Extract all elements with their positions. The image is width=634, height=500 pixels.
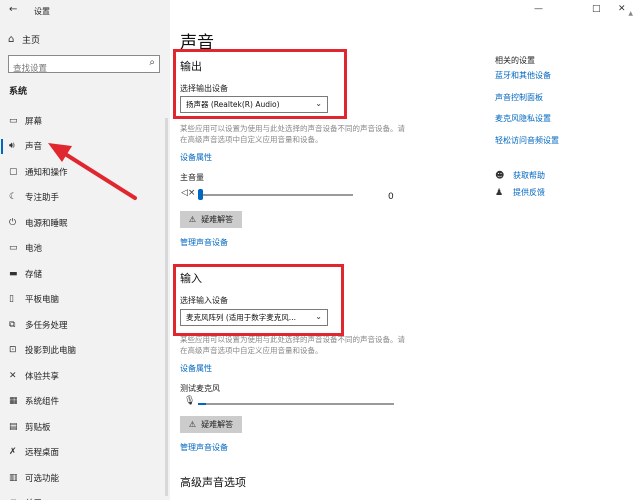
sidebar-item-icon: ⊡: [9, 345, 17, 356]
sidebar-item-label: 可选功能: [25, 473, 60, 484]
test-microphone-label: 测试麦克风: [180, 384, 220, 393]
sidebar-item-icon: ▭: [9, 243, 18, 254]
help-icon: ☻: [495, 170, 505, 181]
search-icon[interactable]: ⌕: [149, 57, 155, 68]
sidebar-item-icon: ☾: [9, 192, 18, 203]
sidebar-item[interactable]: ▦ 系统组件: [0, 389, 170, 415]
feedback-label: 提供反馈: [513, 188, 545, 197]
output-description: 某些应用可以设置为使用与此处选择的声音设备不同的声音设备。请在高级声音选项中自定…: [180, 124, 405, 144]
input-description: 某些应用可以设置为使用与此处选择的声音设备不同的声音设备。请在高级声音选项中自定…: [180, 335, 405, 355]
sidebar-item-label: 投影到此电脑: [25, 346, 77, 357]
output-manage-devices-link[interactable]: 管理声音设备: [180, 237, 228, 248]
sidebar-item[interactable]: ✗ 远程桌面: [0, 440, 170, 466]
sidebar-item-icon: ▥: [9, 472, 18, 483]
sidebar-item-icon: ▬: [9, 268, 18, 279]
sidebar-item[interactable]: ▭ 电池: [0, 236, 170, 262]
microphone-icon: 🎙︎: [184, 396, 196, 406]
sidebar-item-label: 剪贴板: [25, 422, 51, 433]
output-device-properties-link[interactable]: 设备属性: [180, 152, 212, 163]
sidebar-item[interactable]: ▥ 可选功能: [0, 465, 170, 491]
sidebar-item[interactable]: 🔊︎ 声音: [0, 134, 170, 160]
sidebar-item[interactable]: ☾ 专注助手: [0, 185, 170, 211]
speaker-mute-icon[interactable]: ◁×: [181, 188, 195, 198]
sidebar-item[interactable]: ⊡ 投影到此电脑: [0, 338, 170, 364]
sidebar-item-label: 体验共享: [25, 371, 60, 382]
sidebar-item-icon: ⏻: [9, 217, 17, 228]
master-volume-label: 主音量: [180, 173, 204, 182]
sidebar-item-icon: ▢: [9, 166, 18, 177]
scroll-up-icon[interactable]: ▲: [628, 10, 633, 17]
sidebar-item-label: 声音: [25, 142, 43, 153]
window-title: 设置: [34, 7, 50, 16]
sidebar-item-label: 专注助手: [25, 193, 60, 204]
back-arrow-icon[interactable]: ←: [9, 4, 17, 15]
sidebar-item-label: 屏幕: [25, 116, 43, 127]
section-title: 系统: [9, 87, 28, 97]
sidebar-item-icon: ⧉: [9, 319, 16, 330]
sidebar-item[interactable]: ▤ 剪贴板: [0, 414, 170, 440]
sidebar-item-label: 存储: [25, 269, 43, 280]
warning-icon: ⚠: [188, 215, 197, 224]
output-troubleshoot-label: 疑难解答: [201, 215, 234, 224]
restore-icon[interactable]: □: [592, 4, 601, 14]
input-manage-devices-link[interactable]: 管理声音设备: [180, 442, 228, 453]
sidebar-item[interactable]: ▯ 平板电脑: [0, 287, 170, 313]
annotation-box-output: [173, 49, 347, 119]
output-troubleshoot-button[interactable]: ⚠ 疑难解答: [180, 211, 242, 228]
sidebar-scrollbar[interactable]: [165, 118, 168, 496]
related-settings-title: 相关的设置: [495, 56, 535, 65]
sidebar: ← 设置 ⌂ 主页 ⌕ 系统 ▭屏幕🔊︎声音▢通知和操作☾专注助手⏻电源和睡眠▭…: [0, 0, 170, 500]
volume-slider-thumb[interactable]: [198, 189, 203, 200]
home-icon: ⌂: [8, 33, 15, 45]
sidebar-item[interactable]: ▭ 屏幕: [0, 108, 170, 134]
sidebar-item-icon: ✕: [9, 370, 17, 381]
get-help-label: 获取帮助: [513, 171, 545, 180]
warning-icon: ⚠: [188, 420, 197, 429]
sidebar-item-label: 平板电脑: [25, 295, 60, 306]
sidebar-item[interactable]: ⓘ关于: [0, 491, 170, 500]
sidebar-item-label: 电源和睡眠: [25, 218, 68, 229]
sidebar-item[interactable]: ✕ 体验共享: [0, 363, 170, 389]
related-link-ease-of-access-audio[interactable]: 轻松访问音频设置: [495, 135, 559, 146]
sidebar-item-label: 多任务处理: [25, 320, 68, 331]
sidebar-item-icon: ▭: [9, 115, 18, 126]
mic-level-fill: [198, 403, 206, 405]
sidebar-item[interactable]: ⧉ 多任务处理: [0, 312, 170, 338]
sidebar-item[interactable]: ⏻ 电源和睡眠: [0, 210, 170, 236]
sidebar-item-label: 远程桌面: [25, 448, 60, 459]
sidebar-item[interactable]: ▬ 存储: [0, 261, 170, 287]
mic-level-track: [198, 403, 394, 405]
related-link-mic-privacy[interactable]: 麦克风隐私设置: [495, 113, 551, 124]
input-device-properties-link[interactable]: 设备属性: [180, 363, 212, 374]
nav-list: ▭ 屏幕 🔊︎ 声音 ▢ 通知和操作 ☾ 专注助手 ⏻ 电源和睡眠 ▭ 电池 ▬ 存储 ▯ 平板电脑 ⧉ 多任务处…: [0, 108, 170, 500]
input-troubleshoot-button[interactable]: ⚠ 疑难解答: [180, 416, 242, 433]
sidebar-item-icon: ✗: [9, 447, 17, 458]
home-link[interactable]: ⌂ 主页: [8, 31, 40, 47]
volume-value: 0: [388, 192, 394, 202]
search-input[interactable]: [9, 61, 139, 77]
sidebar-item-label: 系统组件: [25, 397, 60, 408]
home-label: 主页: [22, 35, 41, 46]
get-help-link[interactable]: ☻ 获取帮助: [495, 170, 545, 181]
close-icon[interactable]: ✕: [618, 4, 626, 14]
search-box[interactable]: ⌕: [8, 55, 160, 77]
sidebar-item-label: 通知和操作: [25, 167, 68, 178]
sidebar-item-label: 电池: [25, 244, 43, 255]
related-link-sound-control-panel[interactable]: 声音控制面板: [495, 92, 543, 103]
input-troubleshoot-label: 疑难解答: [201, 420, 234, 429]
sidebar-item-icon: ▯: [9, 294, 14, 305]
feedback-icon: ♟: [495, 187, 504, 198]
volume-slider-track[interactable]: [198, 194, 353, 196]
minimize-icon[interactable]: —: [534, 4, 543, 14]
related-link-bluetooth[interactable]: 蓝牙和其他设备: [495, 70, 551, 81]
advanced-sound-heading: 高级声音选项: [180, 476, 246, 489]
sidebar-item-icon: ▦: [9, 396, 18, 407]
feedback-link[interactable]: ♟ 提供反馈: [495, 187, 545, 198]
sidebar-item-icon: ▤: [9, 421, 18, 432]
sidebar-item[interactable]: ▢ 通知和操作: [0, 159, 170, 185]
annotation-box-input: [173, 264, 344, 336]
sidebar-item-icon: 🔊︎: [9, 141, 15, 152]
